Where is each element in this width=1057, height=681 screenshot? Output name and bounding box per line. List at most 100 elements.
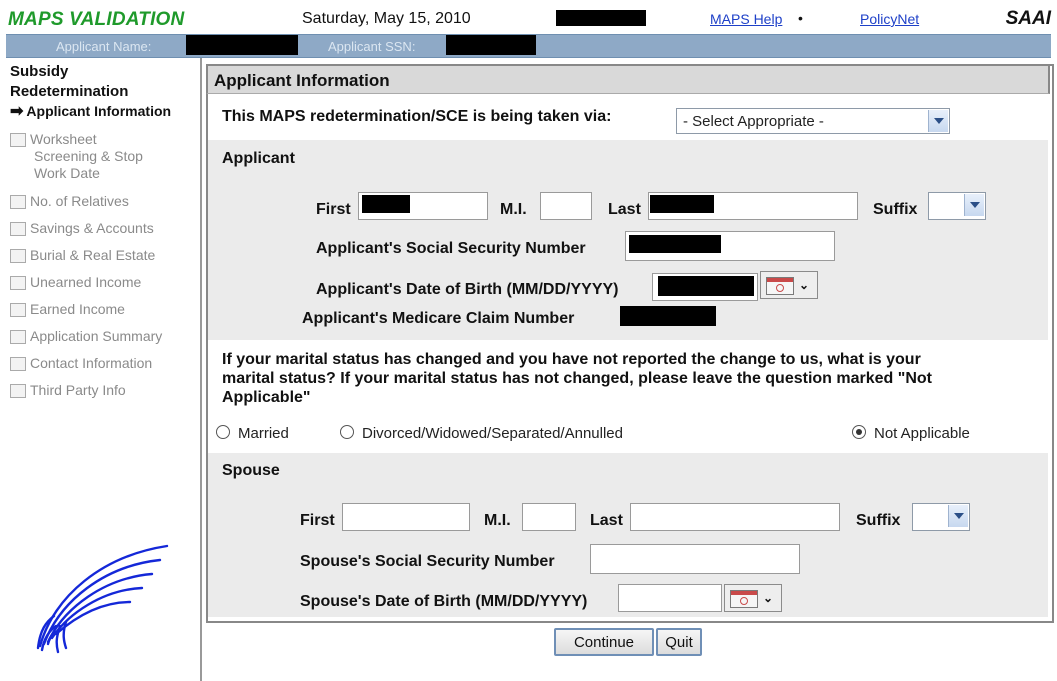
sidebar-item-burial[interactable]: Burial & Real Estate	[10, 247, 155, 264]
policynet-link[interactable]: PolicyNet	[860, 11, 919, 27]
last-name-label: Last	[608, 201, 641, 218]
via-row: This MAPS redetermination/SCE is being t…	[208, 95, 1048, 140]
continue-button[interactable]: Continue	[554, 628, 654, 656]
marital-question: If your marital status has changed and y…	[222, 350, 932, 407]
sidebar-item-label: Application Summary	[30, 328, 163, 344]
spouse-section-title: Spouse	[222, 462, 280, 479]
spouse-first-name-label: First	[300, 512, 335, 529]
marital-question-line3: Applicable"	[222, 389, 311, 406]
sidebar-heading-line2: Redetermination	[10, 83, 129, 100]
spouse-dob-input[interactable]	[618, 584, 722, 612]
panel-title: Applicant Information	[214, 71, 390, 90]
redacted-block	[556, 10, 646, 26]
redacted-medicare-number	[620, 306, 716, 326]
checkbox-icon	[10, 384, 26, 398]
redacted-applicant-ssn	[446, 35, 536, 55]
checkbox-icon	[10, 133, 26, 147]
spouse-dob-label: Spouse's Date of Birth (MM/DD/YYYY)	[300, 593, 588, 610]
calendar-icon	[766, 277, 794, 295]
chevron-down-icon	[964, 194, 984, 216]
spouse-dob-calendar-button[interactable]: ⌄	[724, 584, 782, 612]
applicant-section: Applicant First M.I. Last Suffix Applica…	[208, 140, 1048, 340]
sidebar-item-label: No. of Relatives	[30, 193, 129, 209]
redacted-ssn	[629, 235, 721, 253]
radio-married[interactable]	[216, 425, 230, 439]
marital-question-line1: If your marital status has changed and y…	[222, 351, 921, 368]
first-name-label: First	[316, 201, 351, 218]
sidebar-item-label: Worksheet	[30, 131, 97, 147]
redacted-applicant-name	[186, 35, 298, 55]
sidebar-item-label: Contact Information	[30, 355, 153, 371]
sidebar-item-sublabel: Screening & Stop	[34, 148, 143, 164]
applicant-bar: Applicant Name: Applicant SSN:	[6, 34, 1051, 58]
maps-help-link[interactable]: MAPS Help	[710, 11, 782, 27]
checkbox-icon	[10, 303, 26, 317]
radio-divorced[interactable]	[340, 425, 354, 439]
sidebar-item-relatives[interactable]: No. of Relatives	[10, 193, 129, 210]
marital-option-label: Married	[238, 425, 289, 442]
spouse-suffix-select[interactable]	[912, 503, 970, 531]
via-select[interactable]: - Select Appropriate -	[676, 108, 950, 134]
checkbox-icon	[10, 195, 26, 209]
agency-label: SAAI	[1005, 8, 1051, 29]
marital-option-married[interactable]: Married	[216, 425, 289, 442]
sidebar-heading-line1: Subsidy	[10, 63, 69, 80]
sidebar-item-third-party-info[interactable]: Third Party Info	[10, 382, 126, 399]
checkbox-icon	[10, 276, 26, 290]
applicant-section-title: Applicant	[222, 150, 295, 167]
marital-option-divorced[interactable]: Divorced/Widowed/Separated/Annulled	[340, 425, 623, 442]
sidebar-item-earned-income[interactable]: Earned Income	[10, 301, 125, 318]
checkbox-icon	[10, 357, 26, 371]
sidebar-item-application-summary[interactable]: Application Summary	[10, 328, 162, 345]
checkbox-icon	[10, 330, 26, 344]
sidebar-item-savings[interactable]: Savings & Accounts	[10, 220, 154, 237]
marital-question-line2: marital status? If your marital status h…	[222, 370, 932, 387]
arrow-right-icon: ➡	[10, 103, 24, 120]
suffix-label: Suffix	[873, 201, 918, 218]
spouse-mi-input[interactable]	[522, 503, 576, 531]
spouse-suffix-label: Suffix	[856, 512, 901, 529]
applicant-dob-calendar-button[interactable]: ⌄	[760, 271, 818, 299]
radio-not-applicable[interactable]	[852, 425, 866, 439]
spouse-ssn-label: Spouse's Social Security Number	[300, 553, 555, 570]
sidebar-item-label: Third Party Info	[30, 382, 126, 398]
marital-section: If your marital status has changed and y…	[208, 340, 1048, 453]
applicant-mi-input[interactable]	[540, 192, 592, 220]
top-bar: MAPS VALIDATION Saturday, May 15, 2010 M…	[0, 0, 1057, 34]
spouse-last-name-input[interactable]	[630, 503, 840, 531]
spouse-section: Spouse First M.I. Last Suffix Spouse's S…	[208, 453, 1048, 617]
panel-header: Applicant Information	[206, 64, 1050, 94]
via-question: This MAPS redetermination/SCE is being t…	[222, 108, 612, 125]
quit-button[interactable]: Quit	[656, 628, 702, 656]
sidebar-item-label: Burial & Real Estate	[30, 247, 156, 263]
applicant-dob-label: Applicant's Date of Birth (MM/DD/YYYY)	[316, 281, 619, 298]
applicant-suffix-select[interactable]	[928, 192, 986, 220]
spouse-ssn-input[interactable]	[590, 544, 800, 574]
sidebar-item-label: Earned Income	[30, 301, 125, 317]
applicant-ssn-label: Applicant's Social Security Number	[316, 240, 586, 257]
spouse-mi-label: M.I.	[484, 512, 511, 529]
chevron-down-icon: ⌄	[799, 278, 810, 292]
app-title: MAPS VALIDATION	[8, 9, 185, 30]
sidebar-heading: Subsidy Redetermination	[10, 62, 128, 102]
via-select-value: - Select Appropriate -	[683, 113, 824, 130]
sidebar-item-worksheet[interactable]: Worksheet Screening & Stop Work Date	[10, 131, 143, 182]
sidebar-item-applicant-information[interactable]: ➡ Applicant Information	[10, 103, 171, 120]
sidebar-item-sublabel: Work Date	[34, 165, 100, 181]
sidebar-item-unearned-income[interactable]: Unearned Income	[10, 274, 141, 291]
help-bullet: •	[798, 10, 803, 26]
current-date: Saturday, May 15, 2010	[302, 10, 471, 27]
spouse-last-name-label: Last	[590, 512, 623, 529]
sidebar-item-contact-information[interactable]: Contact Information	[10, 355, 152, 372]
spouse-first-name-input[interactable]	[342, 503, 470, 531]
checkbox-icon	[10, 222, 26, 236]
redacted-first-name	[362, 195, 410, 213]
calendar-icon	[730, 590, 758, 608]
checkbox-icon	[10, 249, 26, 263]
chevron-down-icon	[948, 505, 968, 527]
marital-option-not-applicable[interactable]: Not Applicable	[852, 425, 970, 442]
sidebar-item-label: Applicant Information	[26, 103, 172, 119]
applicant-medicare-label: Applicant's Medicare Claim Number	[302, 310, 575, 327]
sidebar: Subsidy Redetermination ➡ Applicant Infor…	[6, 58, 202, 681]
sidebar-item-label: Savings & Accounts	[30, 220, 154, 236]
